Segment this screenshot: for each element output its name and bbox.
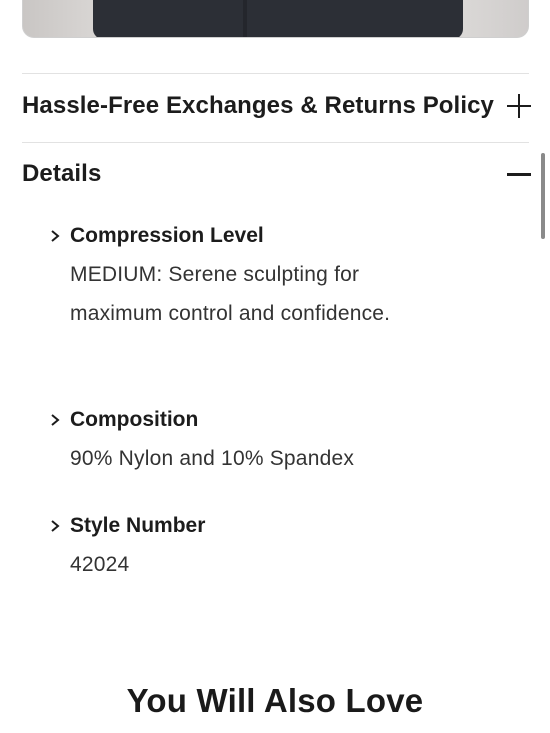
details-accordion[interactable]: Details	[22, 157, 532, 191]
details-title: Details	[22, 160, 102, 187]
scrollbar-thumb[interactable]	[541, 153, 545, 239]
detail-title: Compression Level	[70, 224, 264, 247]
minus-icon[interactable]	[506, 161, 532, 187]
chevron-right-icon	[51, 230, 60, 242]
chevron-right-icon	[51, 414, 60, 426]
returns-policy-accordion[interactable]: Hassle-Free Exchanges & Returns Policy	[22, 88, 532, 124]
chevron-right-icon	[51, 520, 60, 532]
detail-text: 90% Nylon and 10% Spandex	[70, 447, 355, 470]
garment-photo	[93, 0, 463, 37]
detail-item-style-number: Style Number 42024	[48, 511, 488, 584]
recommendations-heading: You Will Also Love	[126, 682, 424, 719]
divider-top	[22, 73, 529, 74]
detail-title: Style Number	[70, 514, 206, 537]
detail-text: MEDIUM: Serene sculpting for maximum con…	[70, 263, 391, 325]
divider-middle	[22, 142, 529, 143]
plus-icon[interactable]	[506, 93, 532, 119]
product-image[interactable]	[22, 0, 529, 38]
detail-text: 42024	[70, 553, 130, 576]
detail-item-compression-level: Compression Level MEDIUM: Serene sculpti…	[48, 221, 488, 333]
returns-policy-title: Hassle-Free Exchanges & Returns Policy	[22, 92, 494, 119]
detail-title: Composition	[70, 408, 199, 431]
detail-item-composition: Composition 90% Nylon and 10% Spandex	[48, 405, 488, 478]
